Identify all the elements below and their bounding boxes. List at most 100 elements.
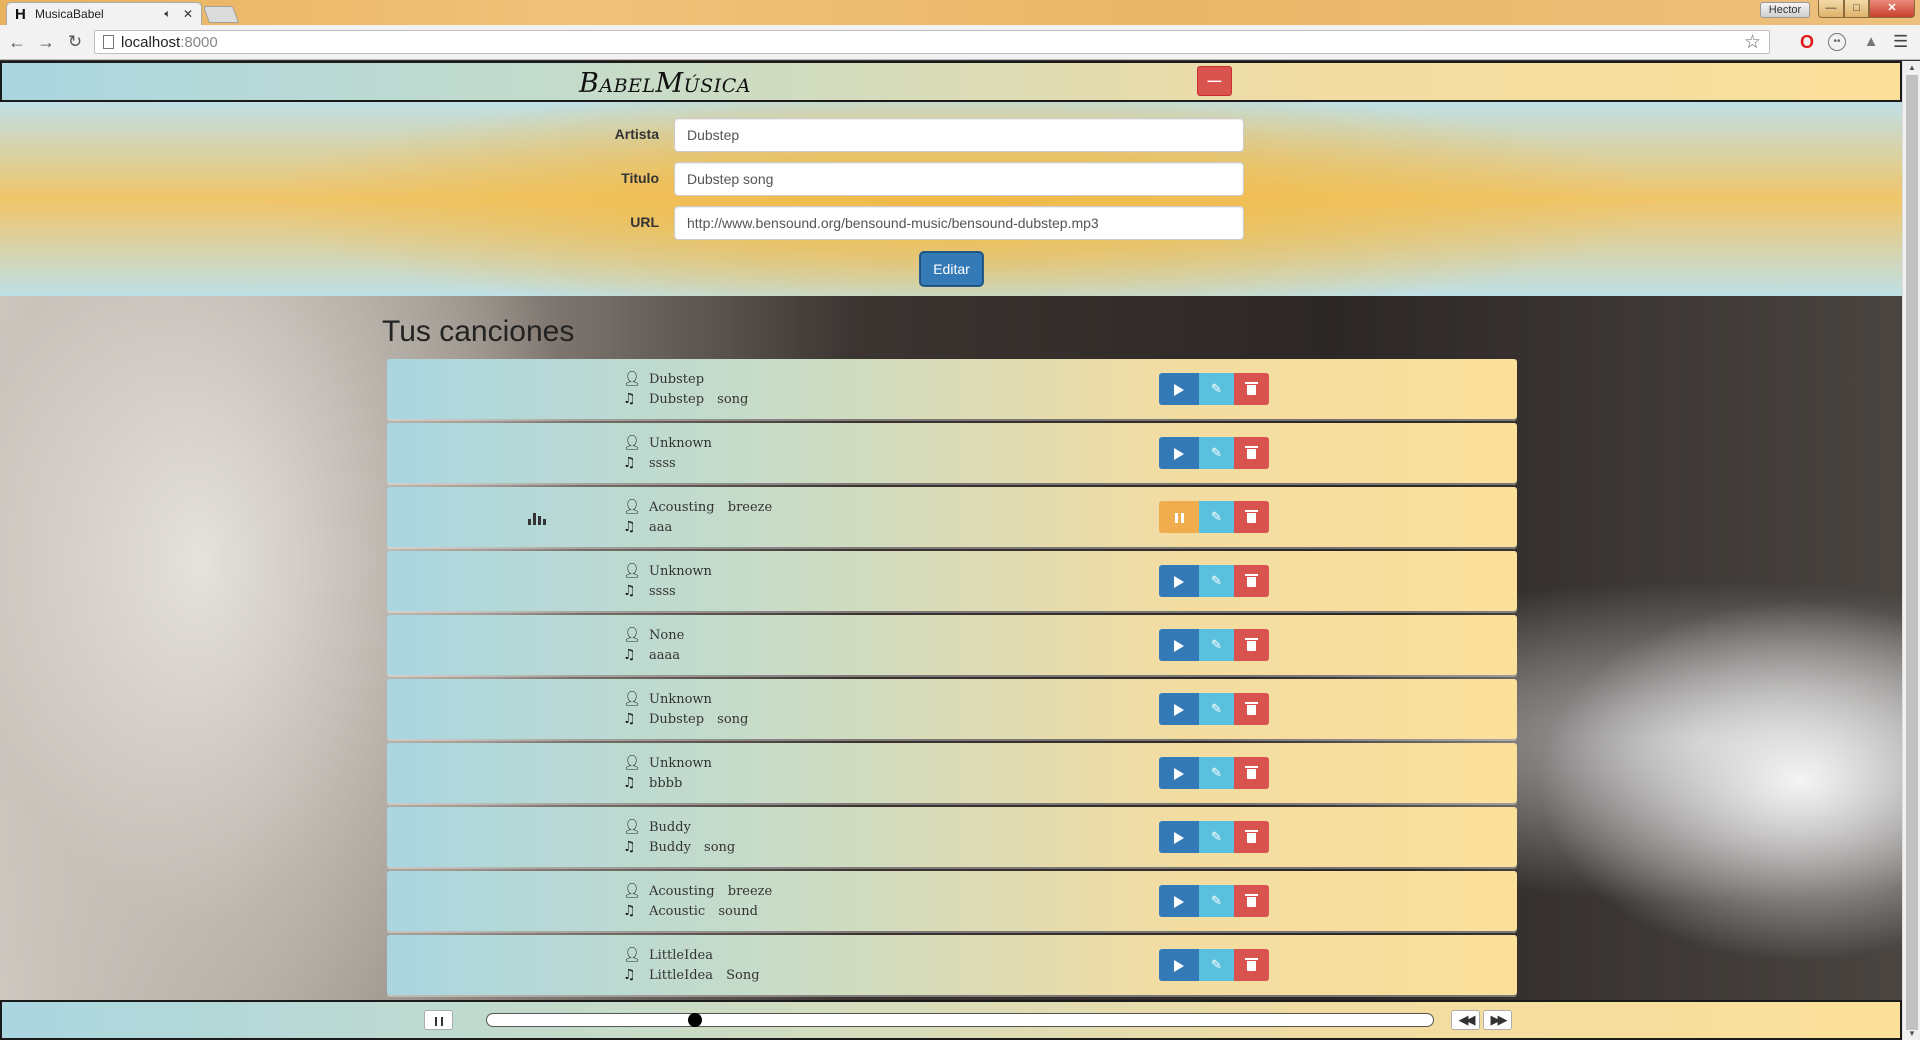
url-host: localhost bbox=[121, 34, 181, 51]
edit-song-button[interactable]: ✎ bbox=[1199, 821, 1234, 853]
play-song-button[interactable] bbox=[1159, 565, 1199, 597]
url-label: URL bbox=[630, 214, 659, 230]
artist-row: Artista bbox=[0, 118, 1902, 152]
music-note-icon: ♫ bbox=[623, 967, 636, 983]
song-artist: Unknown bbox=[649, 755, 712, 771]
song-meta: 👤︎ Unknown ♫ ssss bbox=[623, 561, 712, 601]
song-artist: Buddy bbox=[649, 819, 691, 835]
collapse-form-button[interactable]: — bbox=[1197, 66, 1232, 96]
music-note-icon: ♫ bbox=[623, 903, 636, 919]
artist-input[interactable] bbox=[674, 118, 1244, 152]
tab-title: MusicaBabel bbox=[35, 7, 104, 21]
play-song-button[interactable] bbox=[1159, 437, 1199, 469]
edit-song-button[interactable]: ✎ bbox=[1199, 885, 1234, 917]
play-song-button[interactable] bbox=[1159, 821, 1199, 853]
song-meta: 👤︎ None ♫ aaaa bbox=[623, 625, 684, 665]
edit-song-button[interactable]: ✎ bbox=[1199, 629, 1234, 661]
song-meta: 👤︎ Buddy ♫ Buddy song bbox=[623, 817, 735, 857]
play-song-button[interactable] bbox=[1159, 885, 1199, 917]
song-row: 👤︎ Buddy ♫ Buddy song ✎ bbox=[387, 807, 1517, 867]
delete-song-button[interactable] bbox=[1234, 565, 1269, 597]
title-input[interactable] bbox=[674, 162, 1244, 196]
new-tab-button[interactable] bbox=[202, 6, 240, 23]
speaker-icon[interactable]: 🔈︎ bbox=[164, 8, 171, 21]
edit-song-button[interactable]: ✎ bbox=[1199, 565, 1234, 597]
trash-icon bbox=[1245, 765, 1258, 779]
user-icon: 👤︎ bbox=[623, 947, 641, 963]
fast-forward-icon: ▶▶ bbox=[1490, 1012, 1508, 1027]
song-actions: ✎ bbox=[1159, 693, 1269, 725]
play-song-button[interactable] bbox=[1159, 949, 1199, 981]
minus-icon: — bbox=[1207, 72, 1222, 88]
url-input[interactable] bbox=[674, 206, 1244, 240]
song-row: 👤︎ LittleIdea ♫ LittleIdea Song ✎ bbox=[387, 935, 1517, 995]
song-form: Artista Titulo URL Editar bbox=[0, 102, 1902, 296]
reload-icon[interactable]: ↻ bbox=[64, 32, 86, 54]
bookmark-star-icon[interactable]: ☆ bbox=[1744, 31, 1761, 54]
play-song-button[interactable] bbox=[1159, 373, 1199, 405]
edit-song-button[interactable]: ✎ bbox=[1199, 373, 1234, 405]
window-maximize-button[interactable]: □ bbox=[1844, 0, 1869, 18]
progress-thumb[interactable] bbox=[688, 1013, 703, 1027]
close-tab-icon[interactable]: ✕ bbox=[183, 7, 193, 21]
angular-extension-icon[interactable]: ▲ bbox=[1861, 32, 1881, 52]
delete-song-button[interactable] bbox=[1234, 373, 1269, 405]
browser-menu-icon[interactable]: ☰ bbox=[1893, 32, 1908, 52]
play-song-button[interactable] bbox=[1159, 757, 1199, 789]
edit-song-button[interactable]: ✎ bbox=[1199, 757, 1234, 789]
trash-icon bbox=[1245, 573, 1258, 587]
browser-titlebar: H MusicaBabel 🔈︎ ✕ Hector — □ ✕ bbox=[0, 0, 1920, 25]
window-close-button[interactable]: ✕ bbox=[1869, 0, 1915, 18]
delete-song-button[interactable] bbox=[1234, 949, 1269, 981]
play-icon bbox=[1174, 383, 1184, 396]
scroll-down-arrow-icon[interactable]: ▼ bbox=[1908, 1029, 1916, 1038]
edit-song-button[interactable]: ✎ bbox=[1199, 949, 1234, 981]
music-note-icon: ♫ bbox=[623, 839, 636, 855]
music-note-icon: ♫ bbox=[623, 519, 636, 535]
brand-logo[interactable]: BabelMúsica bbox=[579, 68, 751, 99]
profile-button[interactable]: Hector bbox=[1760, 2, 1810, 18]
next-track-button[interactable]: ▶▶ bbox=[1483, 1010, 1512, 1030]
back-arrow-icon[interactable]: ← bbox=[6, 32, 28, 54]
edit-song-button[interactable]: ✎ bbox=[1199, 437, 1234, 469]
user-icon: 👤︎ bbox=[623, 627, 641, 643]
opera-extension-icon[interactable]: O bbox=[1797, 32, 1817, 52]
edit-button[interactable]: Editar bbox=[920, 252, 983, 286]
edit-song-button[interactable]: ✎ bbox=[1199, 693, 1234, 725]
app-navbar: BabelMúsica — bbox=[0, 61, 1902, 102]
title-label: Titulo bbox=[621, 170, 659, 186]
window-minimize-button[interactable]: — bbox=[1818, 0, 1844, 18]
play-song-button[interactable] bbox=[1159, 629, 1199, 661]
song-actions: ✎ bbox=[1159, 501, 1269, 533]
delete-song-button[interactable] bbox=[1234, 821, 1269, 853]
progress-bar[interactable] bbox=[486, 1013, 1434, 1027]
user-icon: 👤︎ bbox=[623, 563, 641, 579]
address-bar[interactable]: localhost:8000 ☆ bbox=[94, 30, 1770, 54]
delete-song-button[interactable] bbox=[1234, 629, 1269, 661]
scroll-up-arrow-icon[interactable]: ▲ bbox=[1908, 63, 1916, 72]
song-meta: 👤︎ Unknown ♫ bbbb bbox=[623, 753, 712, 793]
pause-song-button[interactable] bbox=[1159, 501, 1199, 533]
extension-icon[interactable]: •• bbox=[1828, 33, 1846, 51]
vertical-scrollbar[interactable]: ▲ ▼ bbox=[1902, 61, 1920, 1040]
trash-icon bbox=[1245, 381, 1258, 395]
song-meta: 👤︎ Dubstep ♫ Dubstep song bbox=[623, 369, 748, 409]
delete-song-button[interactable] bbox=[1234, 437, 1269, 469]
delete-song-button[interactable] bbox=[1234, 757, 1269, 789]
edit-song-button[interactable]: ✎ bbox=[1199, 501, 1234, 533]
song-actions: ✎ bbox=[1159, 757, 1269, 789]
previous-track-button[interactable]: ◀◀ bbox=[1451, 1010, 1480, 1030]
delete-song-button[interactable] bbox=[1234, 885, 1269, 917]
pencil-icon: ✎ bbox=[1211, 509, 1222, 524]
player-pause-button[interactable] bbox=[424, 1010, 453, 1030]
browser-toolbar: ← → ↻ localhost:8000 ☆ O •• ▲ ☰ bbox=[0, 25, 1920, 60]
song-row: 👤︎ Unknown ♫ Dubstep song ✎ bbox=[387, 679, 1517, 739]
scrollbar-thumb[interactable] bbox=[1906, 75, 1918, 1030]
trash-icon bbox=[1245, 701, 1258, 715]
browser-tab[interactable]: H MusicaBabel 🔈︎ ✕ bbox=[6, 2, 202, 25]
delete-song-button[interactable] bbox=[1234, 501, 1269, 533]
url-text[interactable]: localhost:8000 bbox=[121, 34, 218, 51]
delete-song-button[interactable] bbox=[1234, 693, 1269, 725]
play-song-button[interactable] bbox=[1159, 693, 1199, 725]
forward-arrow-icon[interactable]: → bbox=[35, 32, 57, 54]
